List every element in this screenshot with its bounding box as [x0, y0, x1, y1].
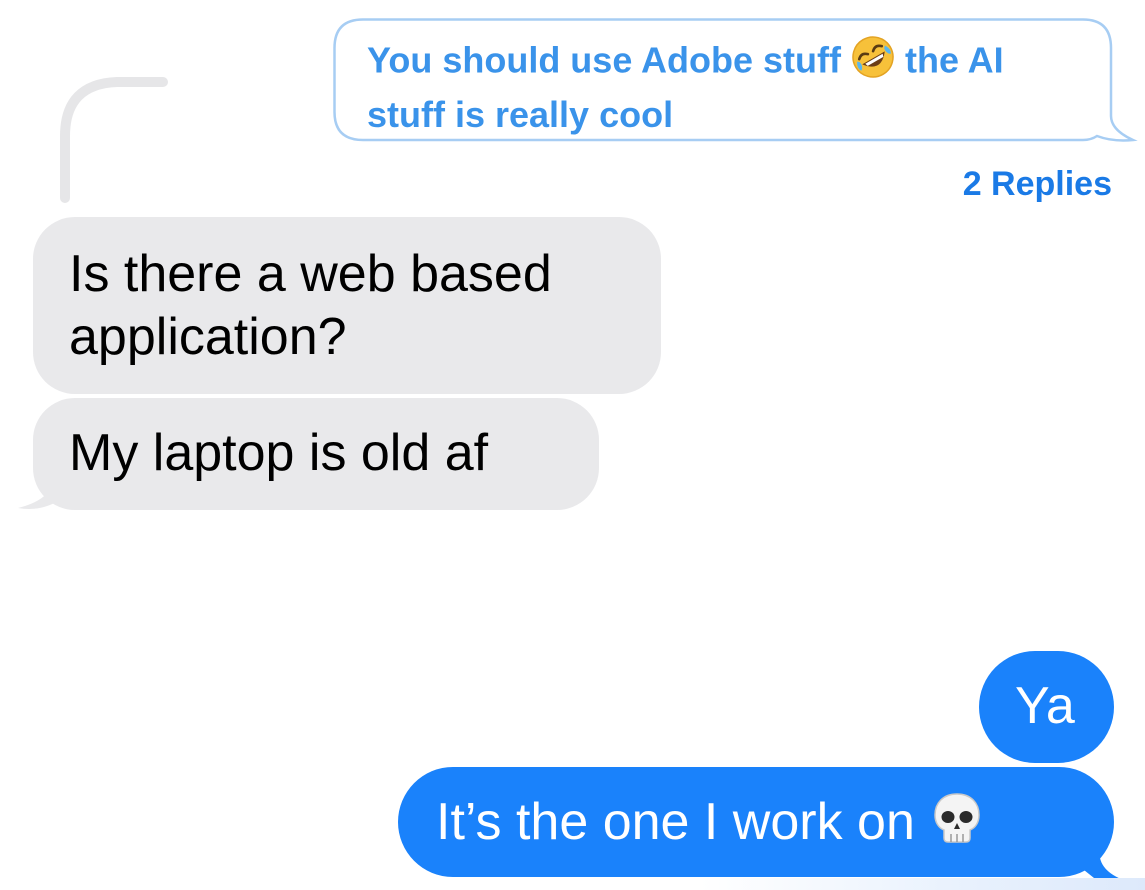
message-text: Ya [1015, 677, 1075, 735]
outgoing-message-bubble[interactable]: Ya [979, 651, 1114, 763]
incoming-message-bubble[interactable]: My laptop is old af [33, 398, 599, 510]
quoted-message-part1: You should use Adobe stuff [367, 39, 851, 81]
incoming-message-bubble[interactable]: Is there a web based application? [33, 217, 661, 394]
thread-connector-line [60, 77, 168, 203]
quoted-message-text: You should use Adobe stuff the AI stuff … [367, 35, 1087, 139]
skull-emoji-icon [929, 790, 985, 861]
message-text: Is there a web based application? [69, 245, 552, 366]
message-text: My laptop is old af [69, 424, 489, 482]
thread-replies-link[interactable]: 2 Replies [963, 165, 1112, 204]
rolling-on-floor-laughing-emoji-icon [851, 35, 895, 91]
message-text: It’s the one I work on [436, 793, 930, 852]
outgoing-message-bubble[interactable]: It’s the one I work on [398, 767, 1114, 877]
bottom-edge-fade [700, 878, 1145, 890]
conversation-view: You should use Adobe stuff the AI stuff … [0, 0, 1145, 890]
quoted-message-bubble[interactable]: You should use Adobe stuff the AI stuff … [333, 18, 1138, 142]
